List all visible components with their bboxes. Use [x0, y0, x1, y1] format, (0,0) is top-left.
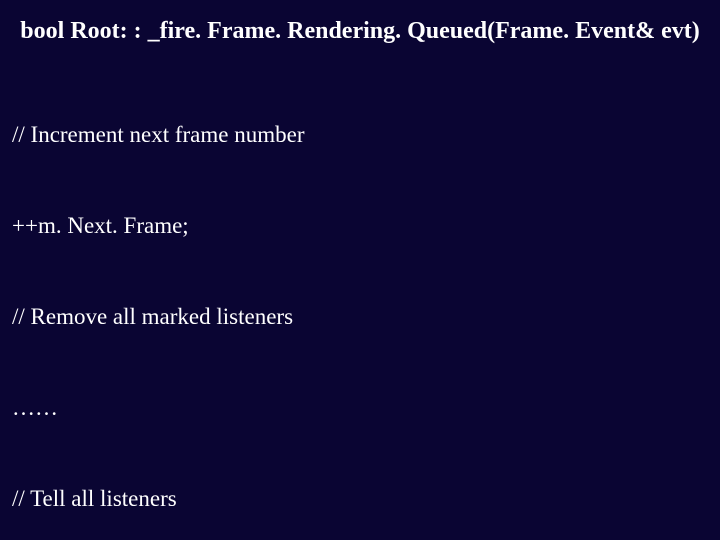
code-line: ……	[12, 393, 708, 423]
code-line: ++m. Next. Frame;	[12, 211, 708, 241]
code-line: // Remove all marked listeners	[12, 302, 708, 332]
slide-title: bool Root: : _fire. Frame. Rendering. Qu…	[12, 18, 708, 45]
code-line: // Tell all listeners	[12, 484, 708, 514]
code-block: // Increment next frame number ++m. Next…	[12, 59, 708, 540]
code-line: // Increment next frame number	[12, 120, 708, 150]
slide: bool Root: : _fire. Frame. Rendering. Qu…	[0, 0, 720, 540]
